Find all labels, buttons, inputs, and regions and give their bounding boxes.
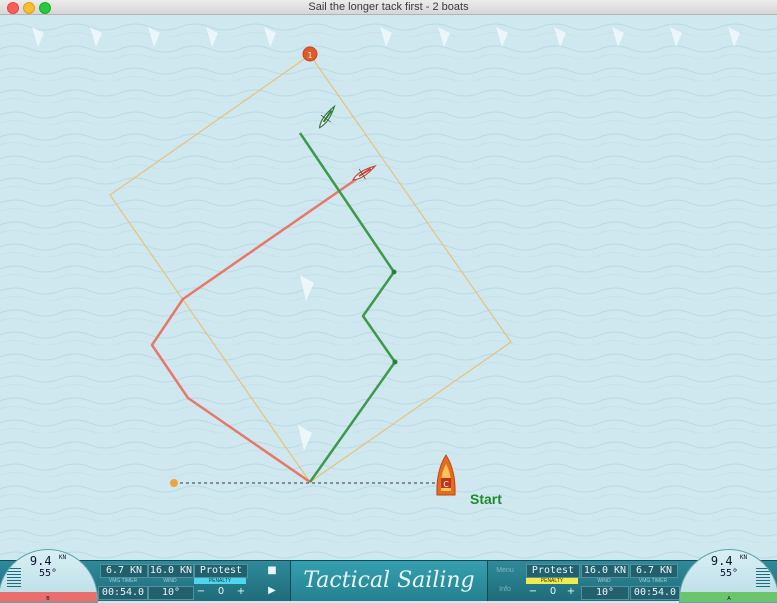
boat-a-heading: 55° xyxy=(719,568,739,579)
boat-b-penalty-label: PENALTY xyxy=(194,578,246,584)
pin-end-mark[interactable] xyxy=(170,479,178,487)
play-button[interactable]: ▶ xyxy=(258,583,286,599)
boat-a-gauge-label: A xyxy=(727,596,731,602)
boat-a-wind-shift: 10° xyxy=(581,586,629,600)
boat-a-penalty-count: 0 xyxy=(549,586,557,597)
boat-b-timer: 00:54.0 xyxy=(98,586,148,600)
boat-a-vmg-label: VMG TIMER xyxy=(638,578,668,584)
boat-b-vmg-label: VMG TIMER xyxy=(108,578,138,584)
boat-b-wind-shift: 10° xyxy=(148,586,194,600)
boat-a-penalty-decrement-button[interactable]: − xyxy=(526,586,540,598)
boat-b-heading: 55° xyxy=(38,568,58,579)
wave-texture xyxy=(0,15,777,560)
boat-a-timer: 00:54.0 xyxy=(630,586,680,600)
boat-b-gauge-label: B xyxy=(46,596,50,602)
stop-icon: ■ xyxy=(267,565,277,576)
play-icon: ▶ xyxy=(268,585,276,596)
boat-b-penalty-increment-button[interactable]: + xyxy=(234,586,248,598)
boat-b-wind-label: WIND xyxy=(163,578,177,584)
window-title: Sail the longer tack first - 2 boats xyxy=(308,1,469,13)
boat-a-penalty-increment-button[interactable]: + xyxy=(564,586,578,598)
windward-mark-label: 1 xyxy=(307,51,312,60)
boat-a-speed: 9.4 KN xyxy=(710,554,748,568)
boat-a-wind: 16.0 KN xyxy=(581,564,629,578)
boat-a-penalty-label: PENALTY xyxy=(526,578,578,584)
course-canvas: 1 C xyxy=(0,15,777,560)
boat-a-protest-button[interactable]: Protest xyxy=(526,564,580,578)
boat-a-vmg: 6.7 KN xyxy=(630,564,678,578)
boat-a-speed-gauge: 9.4 KN 55° A xyxy=(679,549,777,603)
boat-b-penalty-decrement-button[interactable]: − xyxy=(194,586,208,598)
boat-b-penalty-count: 0 xyxy=(217,586,225,597)
menu-button[interactable]: Menu xyxy=(488,564,522,578)
boat-b-speed-gauge: 9.4 KN 55° B xyxy=(0,549,98,603)
boat-b-speed: 9.4 KN xyxy=(29,554,67,568)
start-label: Start xyxy=(470,491,502,507)
boat-b-protest-button[interactable]: Protest xyxy=(194,564,248,578)
app-logo: Tactical Sailing xyxy=(290,561,488,601)
info-button[interactable]: Info xyxy=(488,583,522,597)
race-course[interactable]: 1 C Start xyxy=(0,15,777,560)
instrument-panel: 9.4 KN 55° B 6.7 KN VMG TIMER 16.0 KN WI… xyxy=(0,549,777,603)
committee-boat-label: C xyxy=(443,480,449,489)
stop-button[interactable]: ■ xyxy=(258,563,286,579)
title-bar: Sail the longer tack first - 2 boats xyxy=(0,0,777,15)
boat-a-wind-label: WIND xyxy=(597,578,611,584)
boat-b-vmg: 6.7 KN xyxy=(100,564,148,578)
boat-b-wind: 16.0 KN xyxy=(148,564,194,578)
